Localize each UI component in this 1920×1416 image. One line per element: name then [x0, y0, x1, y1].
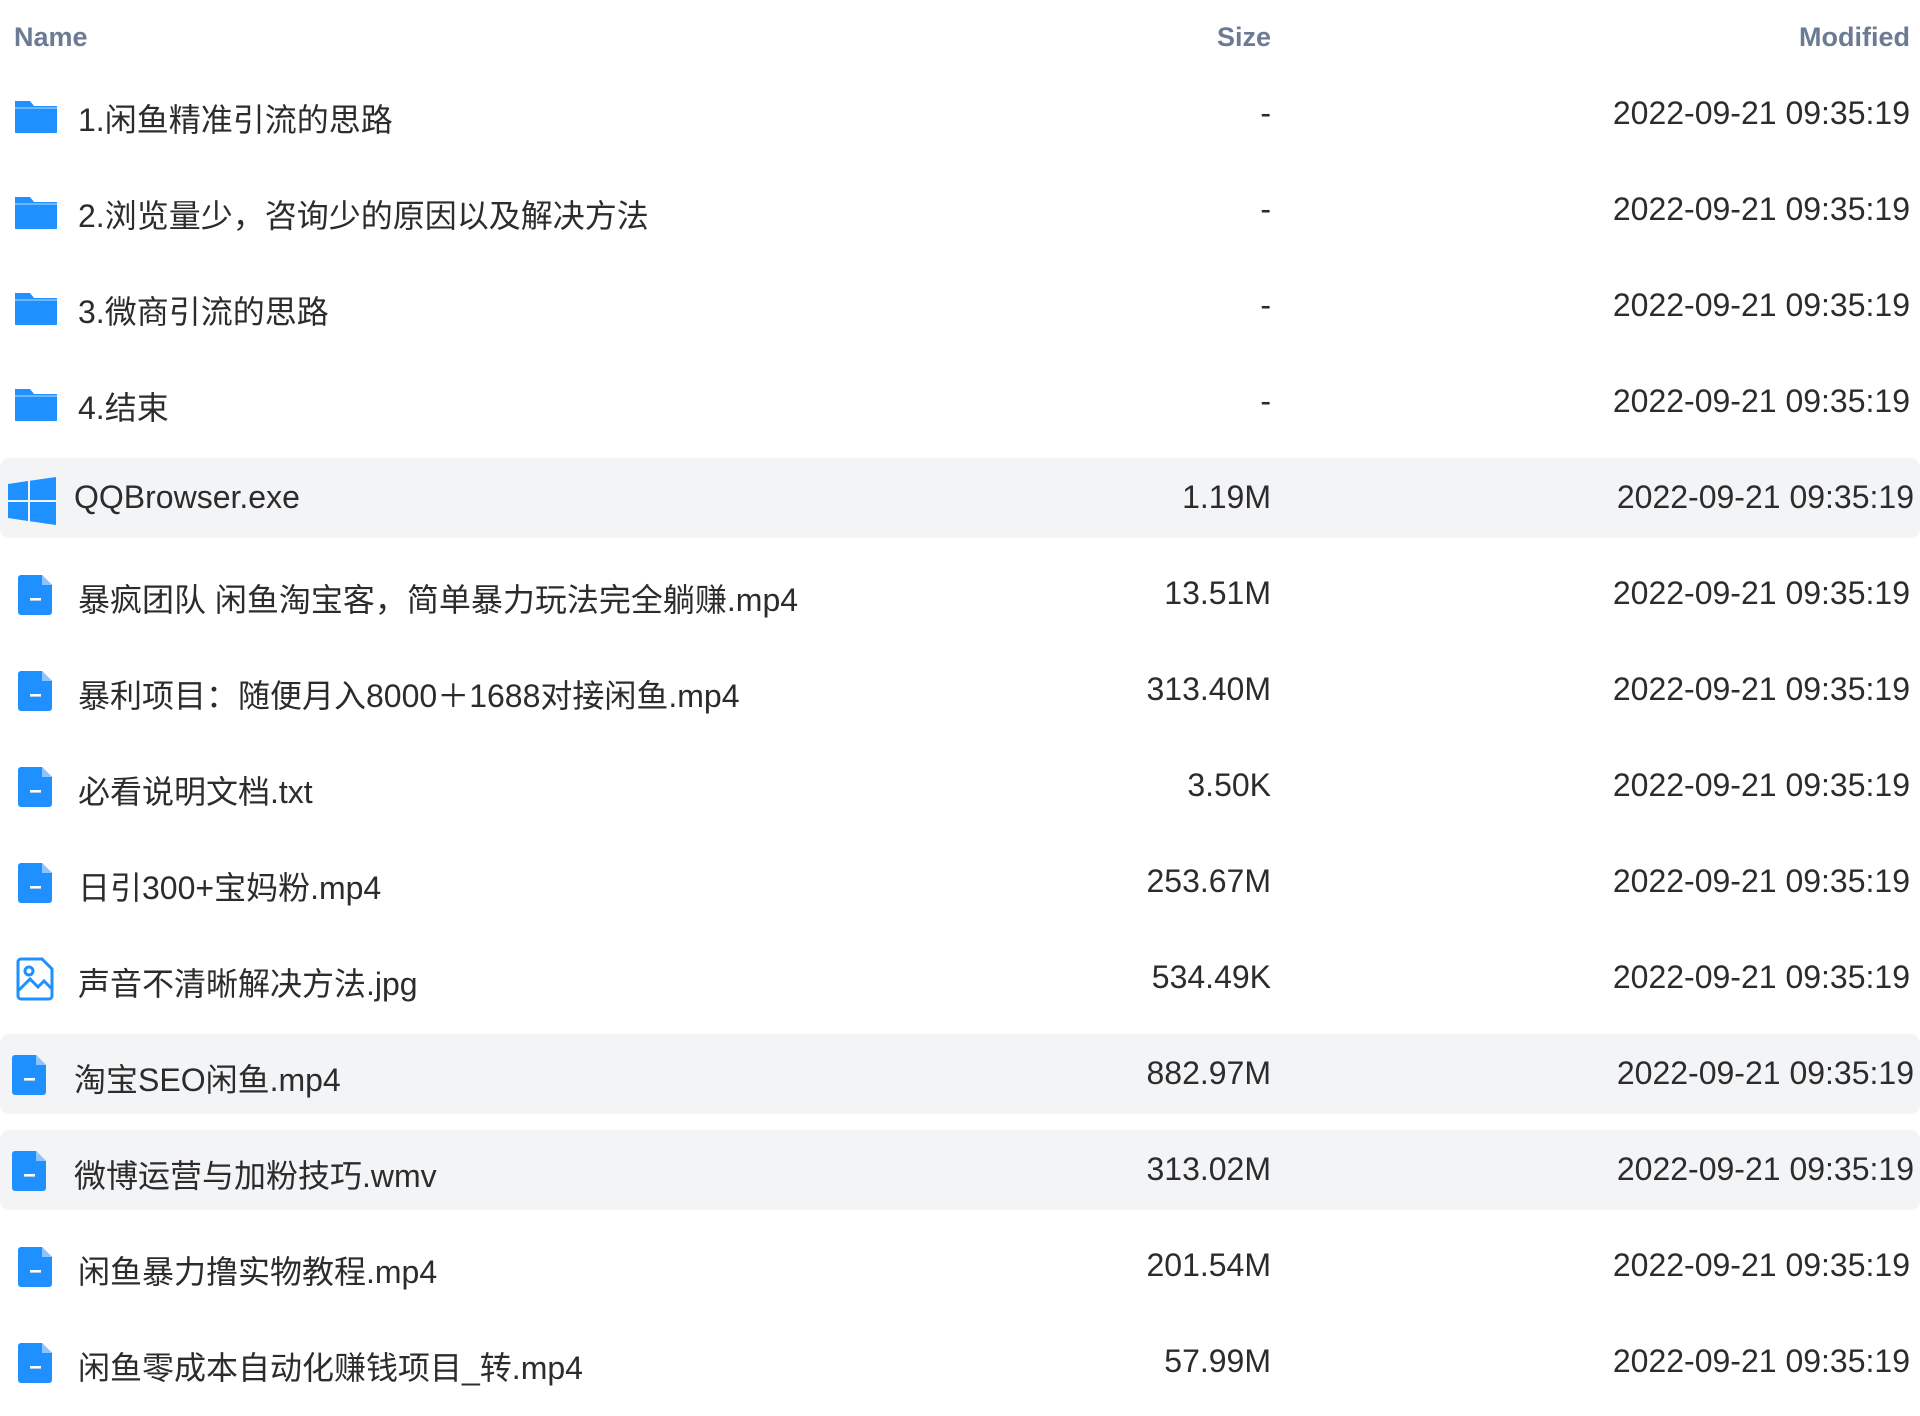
column-header-size[interactable]: Size	[1217, 22, 1271, 53]
folder-icon	[14, 285, 58, 329]
file-name[interactable]: 必看说明文档.txt	[78, 767, 313, 813]
folder-icon	[14, 381, 58, 425]
file-name[interactable]: 闲鱼零成本自动化赚钱项目_转.mp4	[78, 1343, 583, 1389]
file-name[interactable]: 淘宝SEO闲鱼.mp4	[74, 1055, 341, 1101]
file-modified: 2022-09-21 09:35:19	[1612, 287, 1910, 323]
file-name[interactable]: 1.闲鱼精准引流的思路	[78, 95, 393, 141]
file-row[interactable]: QQBrowser.exe 1.19M 2022-09-21 09:35:19	[0, 458, 1920, 538]
file-name[interactable]: 微博运营与加粉技巧.wmv	[74, 1151, 437, 1197]
file-size: 13.51M	[1164, 575, 1271, 611]
file-row[interactable]: 4.结束 - 2022-09-21 09:35:19	[0, 362, 1920, 442]
file-modified: 2022-09-21 09:35:19	[1612, 1343, 1910, 1379]
file-modified: 2022-09-21 09:35:19	[1616, 1151, 1914, 1187]
file-modified: 2022-09-21 09:35:19	[1612, 1247, 1910, 1283]
file-size: 534.49K	[1151, 959, 1271, 995]
column-header-name[interactable]: Name	[14, 22, 88, 53]
file-row[interactable]: 淘宝SEO闲鱼.mp4 882.97M 2022-09-21 09:35:19	[0, 1034, 1920, 1114]
file-size: -	[1260, 191, 1271, 227]
file-size: -	[1260, 383, 1271, 419]
file-row[interactable]: 日引300+宝妈粉.mp4 253.67M 2022-09-21 09:35:19	[0, 842, 1920, 922]
file-modified: 2022-09-21 09:35:19	[1612, 575, 1910, 611]
file-icon	[14, 573, 58, 617]
file-name[interactable]: 暴利项目：随便月入8000＋1688对接闲鱼.mp4	[78, 671, 740, 717]
windows-icon	[8, 477, 56, 525]
file-modified: 2022-09-21 09:35:19	[1612, 95, 1910, 131]
file-name[interactable]: 闲鱼暴力撸实物教程.mp4	[78, 1247, 437, 1293]
image-file-icon	[14, 957, 58, 1001]
file-row[interactable]: 1.闲鱼精准引流的思路 - 2022-09-21 09:35:19	[0, 74, 1920, 154]
file-size: -	[1260, 95, 1271, 131]
file-row[interactable]: 必看说明文档.txt 3.50K 2022-09-21 09:35:19	[0, 746, 1920, 826]
file-modified: 2022-09-21 09:35:19	[1612, 863, 1910, 899]
file-row[interactable]: 闲鱼暴力撸实物教程.mp4 201.54M 2022-09-21 09:35:19	[0, 1226, 1920, 1306]
file-size: 313.02M	[1146, 1151, 1271, 1187]
file-icon	[14, 1245, 58, 1289]
file-icon	[14, 765, 58, 809]
file-name[interactable]: 日引300+宝妈粉.mp4	[78, 863, 381, 909]
file-name[interactable]: 3.微商引流的思路	[78, 287, 329, 333]
file-modified: 2022-09-21 09:35:19	[1612, 767, 1910, 803]
file-size: 57.99M	[1164, 1343, 1271, 1379]
file-icon	[14, 669, 58, 713]
file-row[interactable]: 闲鱼零成本自动化赚钱项目_转.mp4 57.99M 2022-09-21 09:35…	[0, 1322, 1920, 1402]
folder-icon	[14, 93, 58, 137]
file-modified: 2022-09-21 09:35:19	[1612, 383, 1910, 419]
file-icon	[14, 1341, 58, 1385]
file-size: 201.54M	[1146, 1247, 1271, 1283]
file-row[interactable]: 暴利项目：随便月入8000＋1688对接闲鱼.mp4 313.40M 2022-09…	[0, 650, 1920, 730]
table-header: Name Size Modified	[0, 0, 1920, 74]
file-name[interactable]: 暴疯团队 闲鱼淘宝客，简单暴力玩法完全躺赚.mp4	[78, 575, 798, 621]
file-modified: 2022-09-21 09:35:19	[1616, 479, 1914, 515]
file-modified: 2022-09-21 09:35:19	[1612, 191, 1910, 227]
file-icon	[8, 1149, 52, 1193]
file-icon	[8, 1053, 52, 1097]
file-size: 882.97M	[1146, 1055, 1271, 1091]
file-row[interactable]: 微博运营与加粉技巧.wmv 313.02M 2022-09-21 09:35:19	[0, 1130, 1920, 1210]
file-row[interactable]: 3.微商引流的思路 - 2022-09-21 09:35:19	[0, 266, 1920, 346]
file-list: 1.闲鱼精准引流的思路 -2022-09-21 09:35:19 2.浏览量少，咨询…	[0, 74, 1920, 1402]
file-name[interactable]: 4.结束	[78, 383, 169, 429]
file-row[interactable]: 暴疯团队 闲鱼淘宝客，简单暴力玩法完全躺赚.mp4 13.51M 2022-09-2…	[0, 554, 1920, 634]
file-modified: 2022-09-21 09:35:19	[1612, 959, 1910, 995]
file-browser: Name Size Modified 1.闲鱼精准引流的思路 - 2022-09-2…	[0, 0, 1920, 1416]
file-modified: 2022-09-21 09:35:19	[1616, 1055, 1914, 1091]
file-row[interactable]: 2.浏览量少，咨询少的原因以及解决方法 - 2022-09-21 09:35:19	[0, 170, 1920, 250]
file-modified: 2022-09-21 09:35:19	[1612, 671, 1910, 707]
file-size: 253.67M	[1146, 863, 1271, 899]
file-size: 313.40M	[1146, 671, 1271, 707]
file-row[interactable]: 声音不清晰解决方法.jpg 534.49K 2022-09-21 09:35:19	[0, 938, 1920, 1018]
file-name[interactable]: 2.浏览量少，咨询少的原因以及解决方法	[78, 191, 649, 237]
file-size: -	[1260, 287, 1271, 323]
column-header-modified[interactable]: Modified	[1799, 22, 1910, 53]
file-size: 3.50K	[1187, 767, 1271, 803]
file-name[interactable]: QQBrowser.exe	[74, 479, 300, 516]
file-icon	[14, 861, 58, 905]
file-size: 1.19M	[1182, 479, 1271, 515]
file-name[interactable]: 声音不清晰解决方法.jpg	[78, 959, 418, 1005]
folder-icon	[14, 189, 58, 233]
